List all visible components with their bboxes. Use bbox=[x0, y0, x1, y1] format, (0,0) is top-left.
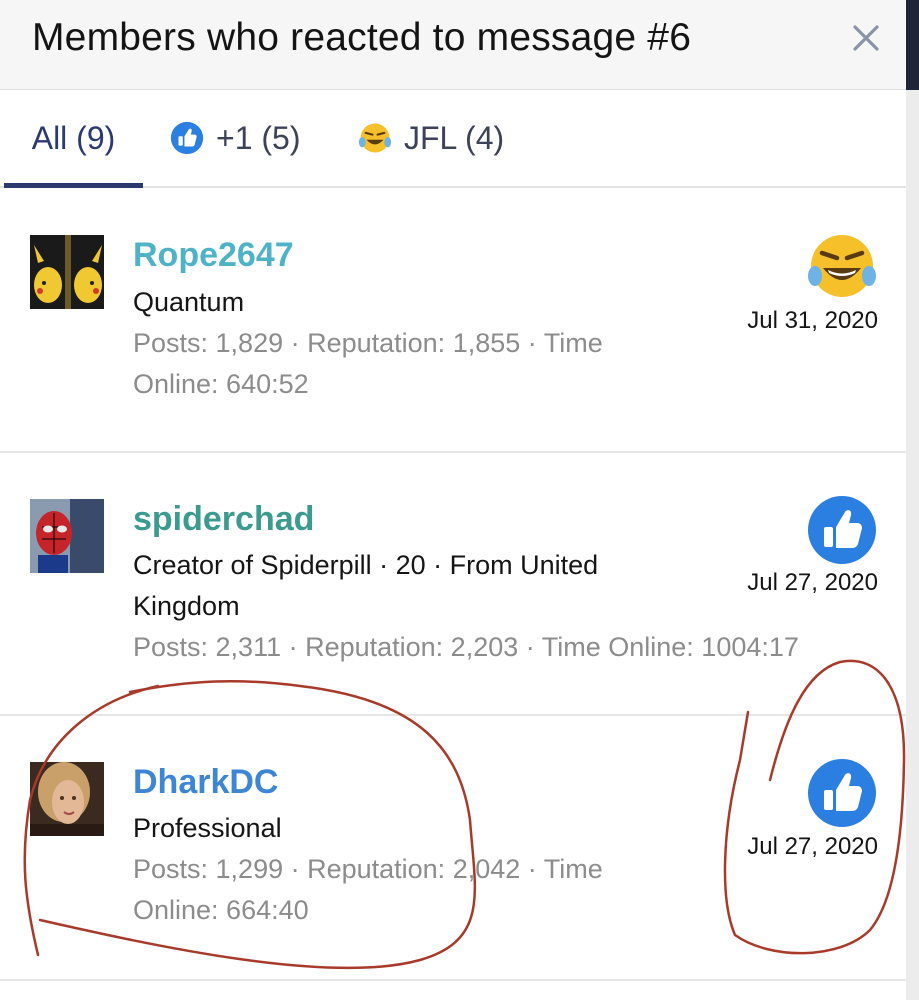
member-row: DharkDC Professional Posts: 1,299 · Repu… bbox=[0, 716, 906, 981]
tab-plus-one[interactable]: +1 (5) bbox=[170, 90, 300, 186]
member-stats: Posts: 1,829 · Reputation: 1,855 · Time bbox=[133, 328, 603, 358]
member-row: Rope2647 Quantum Posts: 1,829 · Reputati… bbox=[0, 188, 906, 453]
tab-all[interactable]: All (9) bbox=[4, 90, 143, 188]
member-stats: Posts: 2,311 · Reputation: 2,203 · Time … bbox=[133, 632, 799, 662]
member-title: Creator of Spiderpill · 20 · From United bbox=[133, 550, 599, 580]
scrollbar[interactable] bbox=[906, 0, 919, 1000]
reaction-date: Jul 31, 2020 bbox=[747, 307, 878, 334]
member-row: spiderchad Creator of Spiderpill · 20 · … bbox=[0, 453, 906, 716]
reaction-date: Jul 27, 2020 bbox=[747, 569, 878, 596]
member-stats: Posts: 1,299 · Reputation: 2,042 · Time bbox=[133, 854, 603, 884]
dialog-title: Members who reacted to message #6 bbox=[32, 16, 692, 59]
member-title-continued: Kingdom bbox=[133, 591, 240, 621]
avatar[interactable] bbox=[30, 235, 104, 309]
tab-plus-one-label: +1 (5) bbox=[216, 119, 301, 156]
member-title: Professional bbox=[133, 813, 282, 843]
reaction-date: Jul 27, 2020 bbox=[747, 833, 878, 860]
avatar[interactable] bbox=[30, 499, 104, 573]
laughing-crying-emoji-icon bbox=[808, 235, 876, 297]
reaction-tabs: All (9) +1 (5) JFL (4) bbox=[0, 90, 906, 188]
scrollbar-top bbox=[906, 0, 919, 90]
close-icon[interactable] bbox=[846, 18, 886, 58]
member-stats-continued: Online: 664:40 bbox=[133, 895, 309, 925]
member-username[interactable]: DharkDC bbox=[133, 763, 278, 802]
dialog-header: Members who reacted to message #6 bbox=[0, 0, 906, 90]
thumbs-up-icon bbox=[808, 759, 876, 827]
member-title: Quantum bbox=[133, 287, 245, 317]
thumbs-up-icon bbox=[170, 121, 204, 155]
thumbs-up-icon bbox=[808, 496, 876, 564]
member-stats-continued: Online: 640:52 bbox=[133, 369, 309, 399]
tab-jfl-label: JFL (4) bbox=[404, 119, 505, 156]
tab-jfl[interactable]: JFL (4) bbox=[358, 90, 504, 186]
scrollbar-track bbox=[906, 90, 919, 1000]
laughing-crying-emoji-icon bbox=[358, 123, 392, 153]
reactions-dialog: Members who reacted to message #6 All (9… bbox=[0, 0, 906, 1000]
member-username[interactable]: Rope2647 bbox=[133, 236, 294, 275]
next-row-edge bbox=[0, 981, 906, 1000]
avatar[interactable] bbox=[30, 762, 104, 836]
tab-all-label: All (9) bbox=[31, 119, 116, 156]
member-username[interactable]: spiderchad bbox=[133, 500, 314, 539]
